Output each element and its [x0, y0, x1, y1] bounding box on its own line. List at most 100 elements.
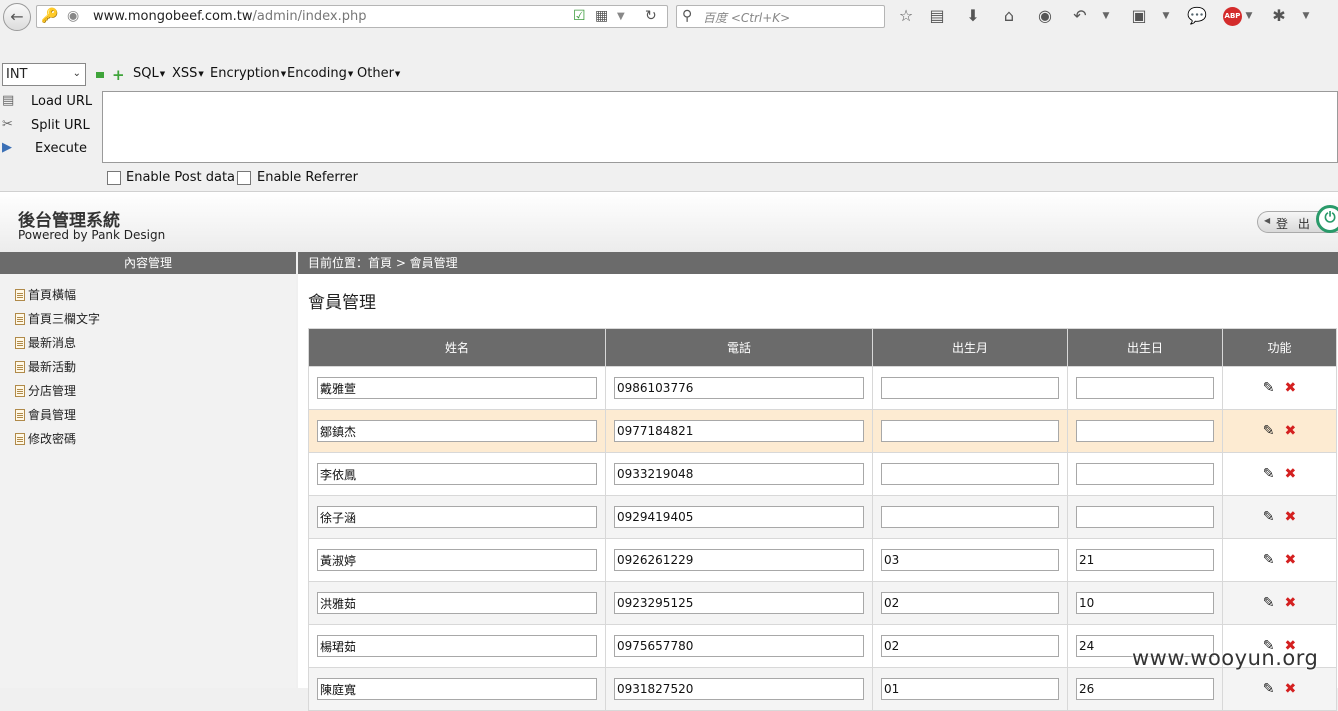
name-field[interactable] — [317, 635, 597, 657]
load-url-button[interactable]: ▤ Load URL — [0, 92, 100, 112]
birth-day-field[interactable] — [1076, 506, 1214, 528]
home-icon[interactable]: ⌂ — [998, 5, 1020, 27]
birth-month-field[interactable] — [881, 592, 1059, 614]
dropdown-arrow-icon[interactable]: ▼ — [617, 11, 625, 22]
reload-icon[interactable]: ↻ — [645, 8, 657, 24]
delete-icon[interactable]: ✖ — [1285, 595, 1297, 611]
delete-icon[interactable]: ✖ — [1285, 552, 1297, 568]
birth-day-field[interactable] — [1076, 377, 1214, 399]
split-url-button[interactable]: ✂ Split URL — [0, 116, 100, 136]
birth-day-field[interactable] — [1076, 549, 1214, 571]
address-bar[interactable]: 🔑 ◉ www.mongobeef.com.tw/admin/index.php… — [36, 5, 668, 28]
url-textarea[interactable] — [102, 91, 1338, 163]
adblock-dropdown-icon[interactable]: ▼ — [1243, 5, 1255, 27]
execute-label: Execute — [35, 141, 87, 156]
birth-month-field[interactable] — [881, 678, 1059, 700]
name-field[interactable] — [317, 377, 597, 399]
name-field[interactable] — [317, 420, 597, 442]
pencil-icon[interactable]: ✎ — [1263, 509, 1275, 525]
pencil-icon[interactable]: ✎ — [1263, 552, 1275, 568]
reading-list-icon[interactable]: ▤ — [926, 5, 948, 27]
page-title: 會員管理 — [308, 293, 376, 313]
phone-field[interactable] — [614, 420, 864, 442]
search-bar[interactable]: ⚲ 百度 <Ctrl+K> — [676, 5, 885, 28]
sidebar-item-branches[interactable]: 分店管理 — [15, 382, 76, 399]
birth-day-field[interactable] — [1076, 463, 1214, 485]
birth-month-field[interactable] — [881, 635, 1059, 657]
pencil-icon[interactable]: ✎ — [1263, 380, 1275, 396]
menu-encryption[interactable]: Encryption▼ — [210, 66, 286, 81]
crop-icon[interactable]: ▣ — [1128, 5, 1150, 27]
download-icon[interactable]: ⬇ — [962, 5, 984, 27]
increase-button[interactable]: + — [112, 66, 125, 84]
menu-other-label: Other — [357, 66, 394, 81]
menu-encoding[interactable]: Encoding▼ — [287, 66, 353, 81]
delete-icon[interactable]: ✖ — [1285, 423, 1297, 439]
load-url-icon: ▤ — [2, 93, 15, 108]
sidebar-item-members[interactable]: 會員管理 — [15, 406, 76, 423]
phone-field[interactable] — [614, 506, 864, 528]
globe-icon: ◉ — [67, 8, 80, 24]
extension-dropdown-icon[interactable]: ▼ — [1300, 5, 1312, 27]
url-text[interactable]: www.mongobeef.com.tw/admin/index.php — [93, 9, 366, 24]
crop-dropdown-icon[interactable]: ▼ — [1160, 5, 1172, 27]
document-icon — [15, 313, 25, 325]
document-icon — [15, 289, 25, 301]
qr-code-icon[interactable]: ▦ — [595, 8, 608, 24]
pencil-icon[interactable]: ✎ — [1263, 681, 1275, 697]
sidebar-item-change-password[interactable]: 修改密碼 — [15, 430, 76, 447]
sidebar-item-three-column-text[interactable]: 首頁三欄文字 — [15, 310, 100, 327]
sidebar-item-news[interactable]: 最新消息 — [15, 334, 76, 351]
pencil-icon[interactable]: ✎ — [1263, 466, 1275, 482]
execute-button[interactable]: ▶ Execute — [0, 139, 100, 159]
sidebar-item-events[interactable]: 最新活動 — [15, 358, 76, 375]
name-field[interactable] — [317, 549, 597, 571]
birth-day-field[interactable] — [1076, 592, 1214, 614]
adblock-icon[interactable]: ABP — [1223, 7, 1242, 26]
delete-icon[interactable]: ✖ — [1285, 380, 1297, 396]
phone-field[interactable] — [614, 592, 864, 614]
birth-month-field[interactable] — [881, 377, 1059, 399]
birth-day-field[interactable] — [1076, 420, 1214, 442]
name-field[interactable] — [317, 463, 597, 485]
decrease-button[interactable] — [96, 72, 104, 78]
name-field[interactable] — [317, 678, 597, 700]
breadcrumb: 目前位置：首頁 > 會員管理 — [298, 252, 1338, 274]
birth-month-field[interactable] — [881, 420, 1059, 442]
birth-day-field[interactable] — [1076, 678, 1214, 700]
browser-toolbar: ← 🔑 ◉ www.mongobeef.com.tw/admin/index.p… — [0, 0, 1338, 34]
sidebar-item-banner[interactable]: 首頁橫幅 — [15, 286, 76, 303]
menu-sql[interactable]: SQL▼ — [133, 66, 165, 81]
pencil-icon[interactable]: ✎ — [1263, 423, 1275, 439]
enable-post-checkbox[interactable] — [107, 171, 121, 185]
menu-other[interactable]: Other▼ — [357, 66, 400, 81]
pencil-icon[interactable]: ✎ — [1263, 595, 1275, 611]
delete-icon[interactable]: ✖ — [1285, 509, 1297, 525]
bookmark-star-icon[interactable]: ☆ — [895, 5, 917, 27]
type-select[interactable]: INT ⌄ — [2, 63, 86, 86]
phone-field[interactable] — [614, 678, 864, 700]
extension-icon[interactable]: ✱ — [1268, 5, 1290, 27]
phone-field[interactable] — [614, 635, 864, 657]
delete-icon[interactable]: ✖ — [1285, 466, 1297, 482]
menu-encoding-label: Encoding — [287, 66, 347, 81]
search-placeholder: 百度 <Ctrl+K> — [703, 11, 791, 25]
birth-month-field[interactable] — [881, 549, 1059, 571]
undo-icon[interactable]: ↶ — [1069, 5, 1091, 27]
phone-field[interactable] — [614, 549, 864, 571]
phone-field[interactable] — [614, 377, 864, 399]
enable-referrer-checkbox[interactable] — [237, 171, 251, 185]
menu-xss[interactable]: XSS▼ — [172, 66, 204, 81]
name-field[interactable] — [317, 506, 597, 528]
birth-month-field[interactable] — [881, 506, 1059, 528]
name-field[interactable] — [317, 592, 597, 614]
comment-icon[interactable]: 💬 — [1186, 5, 1208, 27]
phone-field[interactable] — [614, 463, 864, 485]
back-arrow-icon[interactable]: ← — [3, 3, 31, 31]
chat-icon[interactable]: ◉ — [1034, 5, 1056, 27]
undo-dropdown-icon[interactable]: ▼ — [1100, 5, 1112, 27]
birth-month-field[interactable] — [881, 463, 1059, 485]
delete-icon[interactable]: ✖ — [1285, 681, 1297, 697]
power-icon[interactable]: ⏻ — [1316, 205, 1338, 233]
shield-check-icon[interactable]: ☑ — [573, 8, 586, 24]
